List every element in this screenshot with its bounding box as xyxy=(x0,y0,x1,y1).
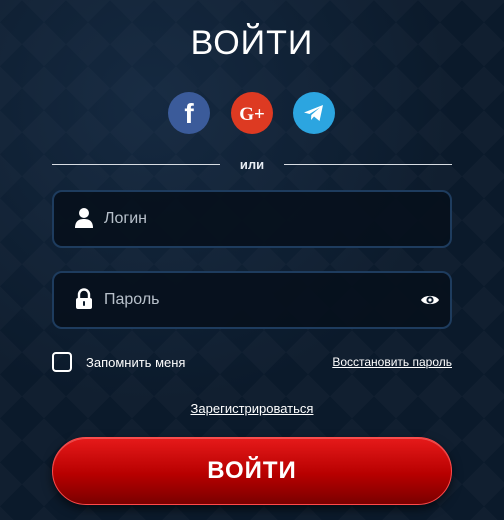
remember-me-label: Запомнить меня xyxy=(86,354,186,370)
page-title: ВОЙТИ xyxy=(190,24,314,62)
facebook-login-button[interactable]: f xyxy=(168,92,210,134)
password-input[interactable] xyxy=(104,273,404,327)
divider-line-left xyxy=(52,164,220,165)
svg-text:f: f xyxy=(184,98,194,129)
google-plus-icon: G+ xyxy=(239,104,265,125)
remember-me-checkbox[interactable]: Запомнить меня xyxy=(52,352,185,372)
google-plus-login-button[interactable]: G+ xyxy=(231,92,273,134)
password-field[interactable] xyxy=(52,271,452,329)
telegram-icon xyxy=(304,105,323,121)
checkbox-box[interactable] xyxy=(52,352,72,372)
divider-line-right xyxy=(284,164,452,165)
restore-password-link[interactable]: Восстановить пароль xyxy=(332,355,452,369)
lock-icon xyxy=(76,288,92,309)
login-field[interactable] xyxy=(52,190,452,248)
login-input[interactable] xyxy=(104,192,404,246)
or-divider-text: или xyxy=(239,157,265,172)
svg-text:G+: G+ xyxy=(239,104,265,125)
register-row: Зарегистрироваться xyxy=(0,401,504,416)
user-icon xyxy=(75,208,93,228)
eye-icon[interactable] xyxy=(420,290,440,310)
facebook-icon: f xyxy=(184,98,194,129)
telegram-login-button[interactable] xyxy=(293,92,335,134)
register-link[interactable]: Зарегистрироваться xyxy=(191,401,314,416)
login-submit-button[interactable]: ВОЙТИ xyxy=(52,437,452,505)
